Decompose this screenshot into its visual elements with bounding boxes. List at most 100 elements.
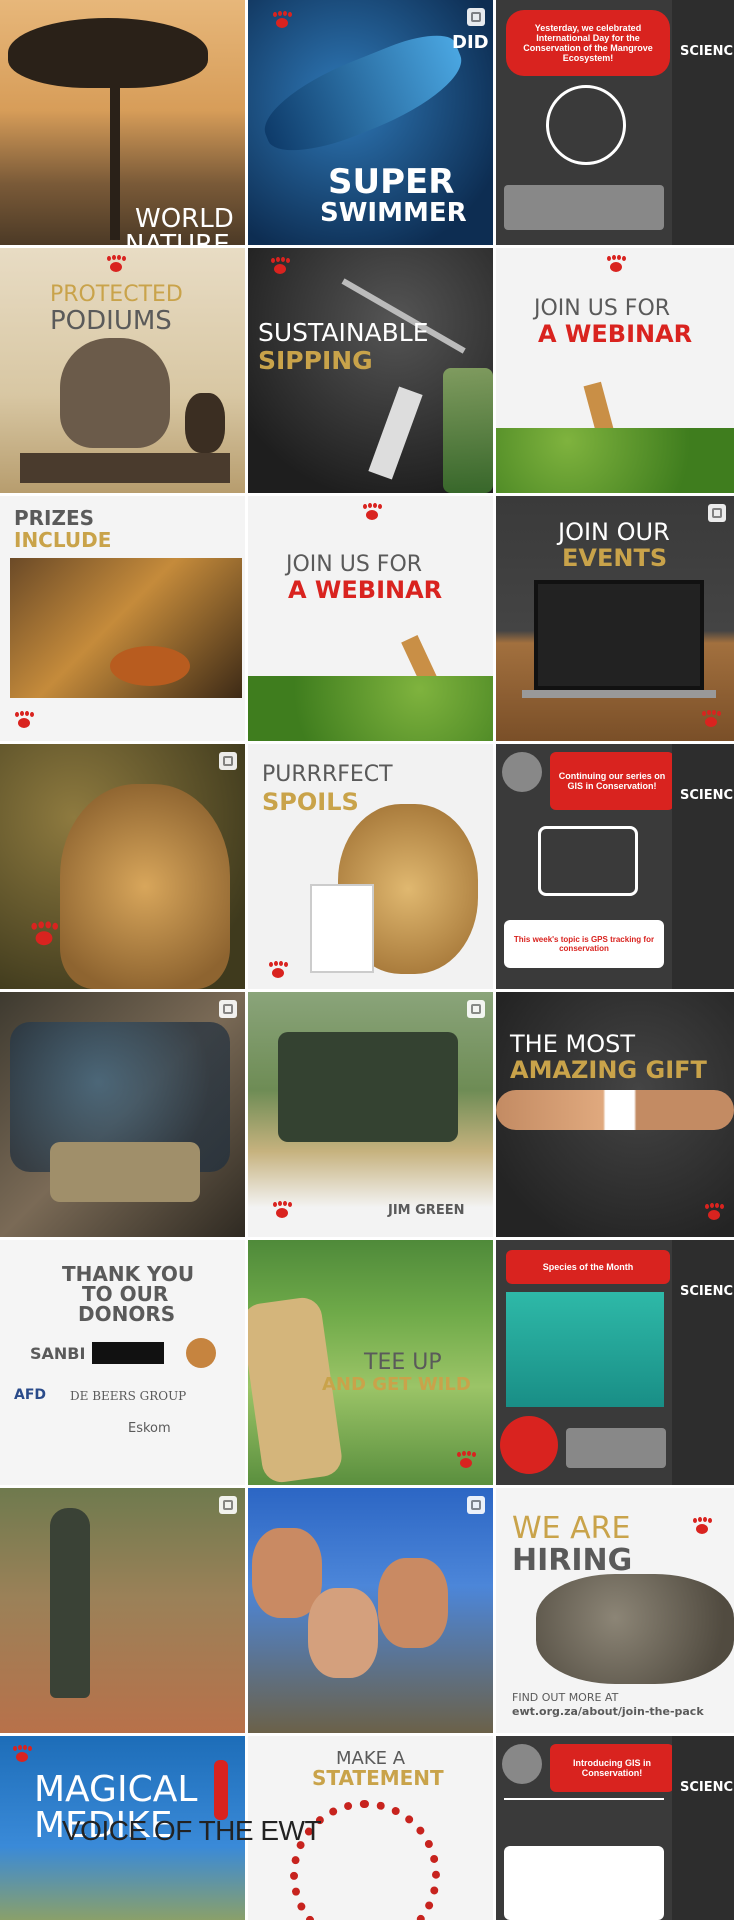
post-title-line: WE ARE [512, 1511, 631, 1546]
post-species-of-month[interactable]: Species of the Month SCIENCE [496, 1240, 734, 1485]
sponsor-logo: JIM GREEN [388, 1203, 465, 1218]
education-badge [502, 1744, 542, 1784]
post-purrrfect-spoils[interactable]: PURRRFECT SPOILS [248, 744, 493, 989]
donor-logo-circle [186, 1338, 216, 1368]
post-community-crafters[interactable] [0, 992, 245, 1237]
instagram-grid: WORLD NATURE DID Y SUPER SWIMMER Yesterd… [0, 0, 734, 1920]
post-sustainable-sipping[interactable]: SUSTAINABLE SIPPING [248, 248, 493, 493]
person-face [378, 1558, 448, 1648]
post-title-line: AND GET WILD [322, 1374, 471, 1395]
post-webinar-2[interactable]: JOIN US FOR A WEBINAR [248, 496, 493, 741]
post-headline-pill: Yesterday, we celebrated International D… [506, 10, 670, 76]
carousel-icon [219, 752, 237, 770]
ewt-paw-icon [606, 256, 626, 272]
carousel-icon [467, 1496, 485, 1514]
ewt-paw-icon [362, 504, 382, 520]
post-we-are-hiring[interactable]: WE ARE HIRING FIND OUT MORE AT ewt.org.z… [496, 1488, 734, 1733]
post-jim-green-team[interactable]: JIM GREEN [248, 992, 493, 1237]
mangrove-tree-icon [546, 85, 626, 165]
post-protected-podiums[interactable]: PROTECTED PODIUMS [0, 248, 245, 493]
post-introducing-gis[interactable]: Introducing GIS in Conservation! SCIENCE [496, 1736, 734, 1920]
post-title-line: PROTECTED [50, 282, 183, 307]
post-thank-you-donors[interactable]: THANK YOU TO OUR DONORS SANBI AFD DE BEE… [0, 1240, 245, 1485]
post-tee-up[interactable]: TEE UP AND GET WILD [248, 1240, 493, 1485]
post-gis-gps-tracking[interactable]: Continuing our series on GIS in Conserva… [496, 744, 734, 989]
craft-tray [50, 1142, 200, 1202]
post-title-line: TEE UP [364, 1350, 442, 1375]
red-circle-badge [500, 1416, 558, 1474]
carousel-icon [219, 1000, 237, 1018]
science-label: SCIENCE [680, 788, 734, 803]
post-headline-pill: Introducing GIS in Conservation! [550, 1744, 674, 1792]
post-title-line: PODIUMS [50, 306, 172, 336]
post-webinar-1[interactable]: JOIN US FOR A WEBINAR [496, 248, 734, 493]
ewt-paw-icon [272, 1202, 292, 1218]
ewt-paw-icon [106, 256, 126, 272]
ocean-photo [506, 1292, 664, 1407]
post-caption: FIND OUT MORE AT [512, 1691, 619, 1704]
post-title-line: SUPER [328, 162, 455, 202]
carousel-icon [467, 1000, 485, 1018]
post-prizes-include[interactable]: PRIZES INCLUDE [0, 496, 245, 741]
marlin-fish-icon [252, 23, 474, 167]
donor-logo-bw [92, 1342, 164, 1364]
hands-card-icon [496, 1090, 734, 1130]
rangers-group [278, 1032, 458, 1142]
ewt-paw-icon [692, 1518, 712, 1534]
post-caption-box: This week's topic is GPS tracking for co… [504, 920, 664, 968]
elephant-icon [536, 1574, 734, 1684]
laptop-icon [534, 580, 704, 690]
elephant-icon [60, 338, 170, 448]
post-title-line: THANK YOU [62, 1262, 195, 1286]
bushes [496, 428, 734, 493]
straw-pouch-icon [368, 386, 423, 480]
post-title-line: DID Y [452, 32, 489, 53]
post-title-line: EVENTS [562, 544, 668, 572]
info-box [566, 1428, 666, 1468]
post-super-swimmer[interactable]: DID Y SUPER SWIMMER [248, 0, 493, 245]
post-title-line: INCLUDE [14, 528, 112, 552]
food-plate-icon [110, 646, 190, 686]
post-world-nature[interactable]: WORLD NATURE [0, 0, 245, 245]
science-panel: SCIENCE [672, 1736, 734, 1920]
ewt-paw-icon [30, 922, 58, 946]
tablet-map-icon [538, 826, 638, 896]
post-title-line: PURRRFECT [262, 762, 393, 787]
post-title-line: DONORS [78, 1302, 176, 1326]
ewt-paw-icon [268, 962, 288, 978]
post-title-line: HIRING [512, 1543, 633, 1578]
post-join-our-events[interactable]: JOIN OUR EVENTS [496, 496, 734, 741]
book-icon [310, 884, 374, 973]
post-title-line: SIPPING [258, 346, 373, 375]
post-cheetah-cub[interactable] [0, 744, 245, 989]
donor-logo-debeers: DE BEERS GROUP [70, 1389, 187, 1403]
info-box [504, 185, 664, 230]
ewt-paw-icon [270, 258, 290, 274]
post-title-line: SWIMMER [320, 198, 467, 228]
ranger-person [50, 1508, 90, 1698]
wild-dog-icon [185, 393, 225, 453]
post-title-line: MAGICAL [34, 1769, 198, 1810]
ewt-paw-icon [704, 1204, 724, 1220]
post-mangrove-day[interactable]: Yesterday, we celebrated International D… [496, 0, 734, 245]
post-most-amazing-gift[interactable]: THE MOST AMAZING GIFT [496, 992, 734, 1237]
post-ranger-field[interactable] [0, 1488, 245, 1733]
gis-icons-row [504, 1798, 664, 1840]
donor-logo-sanbi: SANBI [30, 1344, 86, 1363]
post-title-line: PRIZES [14, 506, 95, 530]
ewt-paw-icon [12, 1746, 32, 1762]
carousel-icon [708, 504, 726, 522]
post-selfie-team[interactable] [248, 1488, 493, 1733]
post-title-line: A WEBINAR [288, 576, 443, 604]
ewt-paw-icon [272, 12, 292, 28]
post-title-line: WORLD [135, 204, 234, 234]
glass-jar-icon [443, 368, 493, 493]
science-panel: SCIENCE [672, 1240, 734, 1485]
science-label: SCIENCE [680, 1284, 734, 1299]
section-heading: VOICE OF THE EWT [62, 1815, 322, 1846]
post-title-line: AMAZING GIFT [510, 1056, 707, 1084]
ewt-paw-icon [14, 712, 34, 728]
post-headline-pill: Species of the Month [506, 1250, 670, 1284]
carousel-icon [219, 1496, 237, 1514]
post-caption-url: ewt.org.za/about/join-the-pack [512, 1705, 704, 1718]
